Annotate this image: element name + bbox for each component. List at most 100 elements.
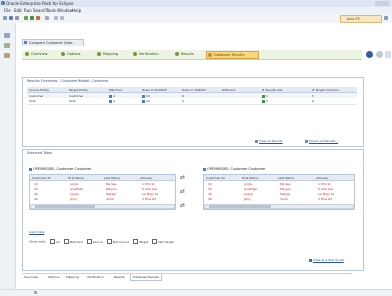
tab-results[interactable]: Results (112, 274, 127, 280)
col-results-set[interactable]: # Results Set (262, 88, 282, 92)
cell: 10 (142, 99, 150, 103)
forward-icon[interactable] (60, 16, 64, 20)
filter-matched-label: Matched (69, 239, 83, 244)
open-perspective-icon[interactable] (384, 16, 388, 20)
filter-not-source-checkbox[interactable] (106, 239, 112, 244)
editor-tab[interactable]: Compare Customer Data (22, 39, 84, 46)
filter-source-checkbox[interactable] (86, 239, 92, 244)
search-icon[interactable] (45, 16, 49, 20)
filter-all[interactable]: All (50, 239, 60, 244)
filter-source[interactable]: Source (86, 239, 103, 244)
col-customer-id[interactable]: Customer ID (32, 176, 51, 180)
col-source-entity[interactable]: Source Entity (29, 88, 49, 92)
col-first-name[interactable]: First Name (242, 176, 258, 180)
cell-value: 10 (146, 99, 150, 103)
selected-table-title: Selected Table (27, 151, 53, 155)
app-icon (1, 1, 5, 5)
export-icon (305, 139, 308, 143)
previous-step-icon[interactable] (366, 51, 373, 58)
col-rows-target[interactable]: Rows in TARGET (182, 88, 206, 92)
scroll-thumb[interactable] (35, 205, 95, 208)
step-results[interactable]: Results (174, 51, 209, 57)
filter-matched[interactable]: Matched (63, 239, 83, 244)
print-icon[interactable] (15, 16, 19, 20)
copy-all-icon[interactable]: ⇄ (180, 188, 185, 195)
view-all-results-link[interactable]: View All Results (255, 139, 283, 143)
filter-all-label: All (56, 239, 60, 244)
window-controls[interactable] (375, 1, 389, 6)
view-sql-script-link[interactable]: View as a SQL Script (309, 258, 344, 262)
col-matched[interactable]: Matched (109, 88, 122, 92)
load-data-link[interactable]: Load Data (29, 230, 44, 234)
col-target-entity[interactable]: Target Entity (69, 88, 88, 92)
filter-all-radio[interactable] (50, 239, 56, 244)
step-verification[interactable]: Verification (132, 51, 177, 57)
side-toolbar (0, 23, 16, 289)
menu-help[interactable]: Help (72, 8, 81, 13)
menu-run[interactable]: Run (24, 8, 32, 13)
table-icon (203, 167, 206, 171)
cell: 0 (312, 99, 314, 103)
step-database-results[interactable]: Database Results (206, 51, 259, 59)
col-rows-source[interactable]: Rows in SOURCE (142, 88, 167, 92)
table-icon (29, 167, 32, 171)
col-address[interactable]: Address (316, 176, 328, 180)
menu-edit[interactable]: Edit (14, 8, 22, 13)
results-overview-title: Results Overview · Customer/Model: Custo… (27, 79, 109, 83)
filter-not-target[interactable]: Not target (152, 239, 174, 244)
cell: Sale (29, 99, 36, 103)
finish-icon[interactable] (385, 51, 391, 58)
menu-tools[interactable]: Tools (46, 8, 56, 13)
external-tools-icon[interactable] (36, 16, 40, 20)
tab-verification[interactable]: Verification (85, 274, 106, 280)
filter-not-target-label: Not target (158, 239, 174, 244)
hierarchy-icon[interactable] (4, 53, 10, 58)
menu-file[interactable]: File (4, 8, 11, 13)
menu-search[interactable]: Search (33, 8, 47, 13)
right-table-caption: OPENMODEL Customer Customer (203, 167, 266, 171)
package-explorer-icon[interactable] (4, 33, 10, 38)
filter-not-source[interactable]: Not source (106, 239, 129, 244)
tab-overview[interactable]: Overview (22, 274, 40, 280)
right-table-scrollbar[interactable] (204, 204, 354, 209)
export-all-results-link[interactable]: Export All Results... (305, 139, 338, 143)
step-mapping[interactable]: Mapping (96, 51, 135, 57)
col-customer-id[interactable]: Customer ID (206, 176, 225, 180)
back-icon[interactable] (54, 16, 58, 20)
col-last-name[interactable]: Last Name (104, 176, 120, 180)
results-overview-panel: Results Overview · Customer/Model: Custo… (22, 77, 364, 147)
filter-matched-checkbox[interactable] (63, 239, 69, 244)
col-address[interactable]: Address (140, 176, 152, 180)
right-data-table: Customer ID First Name Last Name Address… (203, 174, 355, 210)
tab-options[interactable]: Options (46, 274, 62, 280)
filter-target-checkbox[interactable] (133, 239, 139, 244)
outline-icon[interactable] (4, 43, 10, 48)
step-options[interactable]: Options (60, 51, 99, 57)
copy-right-icon[interactable]: ⇄ (180, 174, 185, 181)
next-step-icon[interactable] (376, 51, 383, 58)
step-overview[interactable]: Overview (24, 51, 63, 57)
col-first-name[interactable]: First Name (68, 176, 84, 180)
left-table-scrollbar[interactable] (30, 204, 175, 209)
table-row[interactable]: Sale Sale 4 10 0 1 0 (27, 98, 357, 103)
merge-icon[interactable]: ⇄ (180, 202, 185, 209)
new-icon[interactable] (3, 16, 7, 20)
run-icon[interactable] (30, 16, 34, 20)
tab-database-results[interactable]: Database Results (130, 274, 163, 281)
save-icon[interactable] (9, 16, 13, 20)
scroll-thumb[interactable] (209, 205, 271, 208)
col-last-name[interactable]: Last Name (278, 176, 294, 180)
filter-target[interactable]: Target (133, 239, 148, 244)
right-table-caption-text: OPENMODEL Customer Customer (207, 167, 266, 171)
cell-value: 4 (113, 99, 115, 103)
debug-icon[interactable] (24, 16, 28, 20)
tab-mapping[interactable]: Mapping (64, 274, 81, 280)
col-target-columns[interactable]: # Target Columns (312, 88, 339, 92)
row-filter: Show rows: All Matched Source Not source… (29, 239, 174, 244)
menu-window[interactable]: Window (57, 8, 73, 13)
col-different[interactable]: Different (222, 88, 235, 92)
table-row[interactable]: 40 Jerry Yodel 3 Pine Rd (30, 196, 175, 201)
filter-not-target-checkbox[interactable] (152, 239, 158, 244)
table-row[interactable]: 40 Jerry Yodel 3 Pine Rd (204, 196, 354, 201)
perspective-switcher[interactable]: Java EE (340, 15, 382, 23)
